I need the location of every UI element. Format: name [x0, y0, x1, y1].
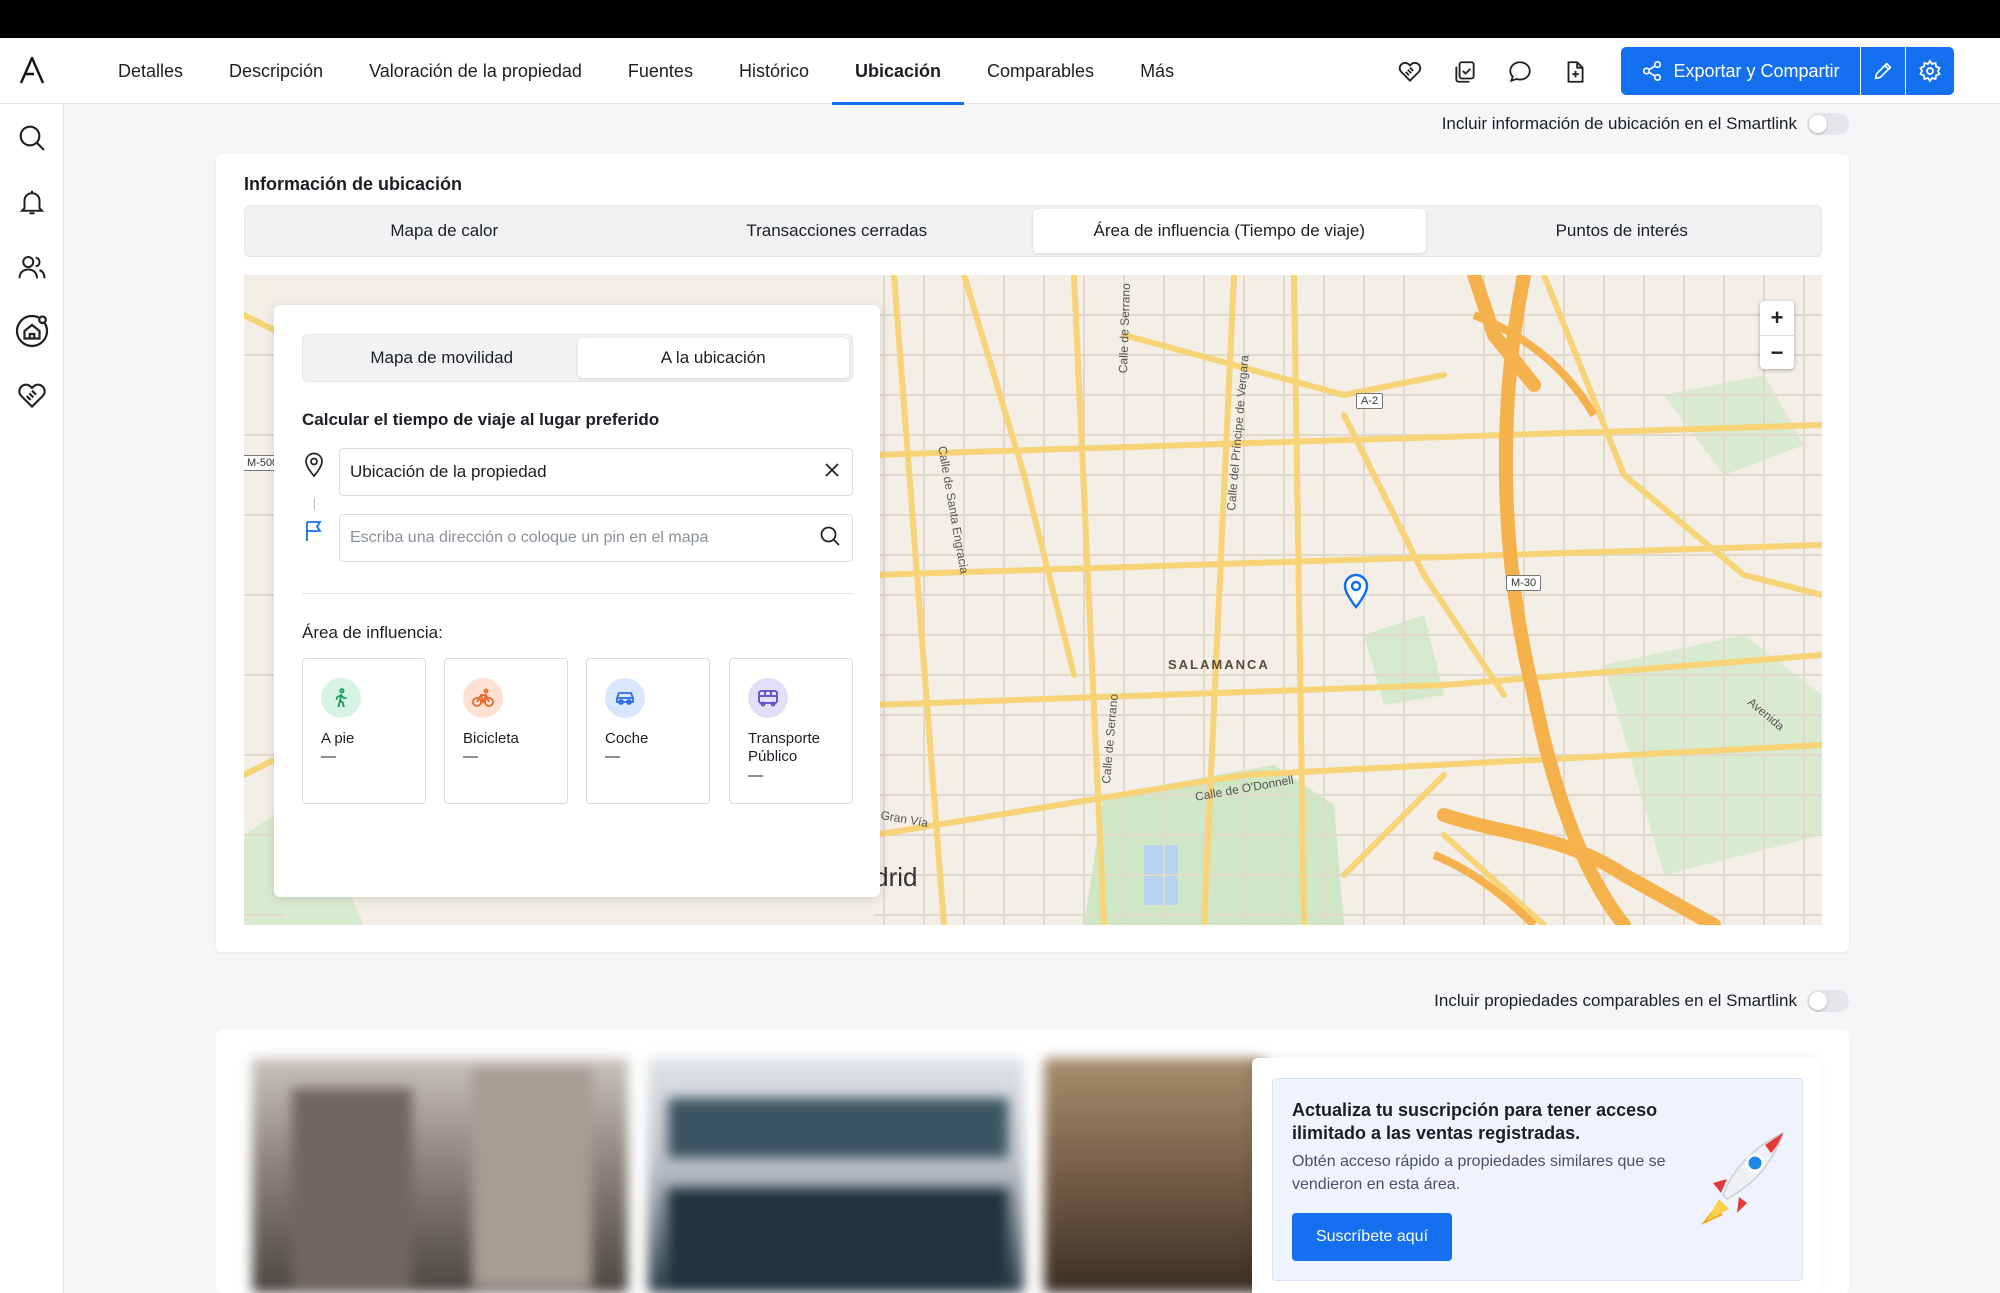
origin-field[interactable]: Ubicación de la propiedad — [339, 448, 853, 496]
mode-bicycle-value: — — [463, 748, 478, 765]
main-nav: Detalles Descripción Valoración de la pr… — [95, 38, 1197, 105]
property-pin-icon[interactable] — [1342, 573, 1370, 609]
destination-field[interactable]: Escriba una dirección o coloque un pin e… — [339, 514, 853, 562]
location-pin-icon — [302, 451, 326, 479]
comparable-thumbnail — [648, 1058, 1024, 1293]
origin-value: Ubicación de la propiedad — [350, 462, 547, 481]
bell-icon[interactable] — [12, 182, 52, 222]
edit-button[interactable] — [1861, 47, 1905, 95]
mode-bicycle-card[interactable]: Bicicleta — — [444, 658, 568, 804]
tab-comparables[interactable]: Comparables — [964, 38, 1117, 104]
mode-car-value: — — [605, 748, 620, 765]
comparables-card: Actualiza tu suscripción para tener acce… — [216, 1030, 1849, 1293]
promo-text: Obtén acceso rápido a propiedades simila… — [1292, 1153, 1666, 1193]
travel-time-title: Calcular el tiempo de viaje al lugar pre… — [302, 410, 660, 429]
mode-car-name: Coche — [605, 730, 649, 747]
tab-detalles[interactable]: Detalles — [95, 38, 206, 104]
route-connector — [314, 498, 315, 510]
handshake-icon[interactable] — [1392, 54, 1428, 90]
export-share-button[interactable]: Exportar y Compartir — [1621, 47, 1860, 95]
panel-tabs: Mapa de movilidad A la ubicación — [302, 334, 853, 382]
map-view[interactable]: A-2 M-30 M-500 Calle de Serrano Calle de… — [244, 275, 1822, 925]
tab-valoracion[interactable]: Valoración de la propiedad — [346, 38, 605, 104]
location-smartlink-toggle-row: Incluir información de ubicación en el S… — [1442, 113, 1849, 135]
location-tabs: Mapa de calor Transacciones cerradas Áre… — [244, 205, 1822, 257]
zoom-in-button[interactable]: + — [1760, 301, 1794, 335]
flag-icon — [302, 517, 326, 545]
tab-to-location[interactable]: A la ubicación — [577, 338, 849, 378]
subscribe-button[interactable]: Suscríbete aquí — [1292, 1213, 1452, 1261]
add-document-icon[interactable] — [1557, 54, 1593, 90]
tab-ubicacion[interactable]: Ubicación — [831, 38, 965, 105]
zoom-out-button[interactable]: − — [1760, 335, 1794, 369]
window-top-bar — [0, 0, 2000, 38]
tab-points-of-interest[interactable]: Puntos de interés — [1426, 209, 1819, 253]
app-logo[interactable] — [14, 52, 50, 88]
header-actions — [1392, 54, 1593, 90]
users-icon[interactable] — [12, 247, 52, 287]
search-icon[interactable] — [818, 524, 842, 553]
car-icon — [605, 678, 645, 718]
export-share-label: Exportar y Compartir — [1673, 60, 1840, 81]
catchment-area-label: Área de influencia: — [302, 623, 443, 642]
location-info-title: Información de ubicación — [244, 174, 463, 194]
settings-button[interactable] — [1906, 47, 1954, 95]
tab-closed-transactions[interactable]: Transacciones cerradas — [641, 209, 1034, 253]
mode-bicycle-name: Bicicleta — [463, 730, 519, 747]
tab-historico[interactable]: Histórico — [716, 38, 832, 104]
share-icon — [1643, 61, 1662, 81]
left-sidebar — [0, 104, 64, 1293]
location-smartlink-label: Incluir información de ubicación en el S… — [1441, 114, 1797, 133]
mode-transit-card[interactable]: Transporte Público — — [729, 658, 853, 804]
district-label: SALAMANCA — [1168, 657, 1270, 672]
panel-divider — [302, 593, 853, 594]
upgrade-promo: Actualiza tu suscripción para tener acce… — [1272, 1078, 1803, 1281]
gear-icon — [1919, 59, 1941, 83]
travel-time-panel: Mapa de movilidad A la ubicación Calcula… — [274, 305, 880, 897]
bus-icon — [748, 678, 788, 718]
location-smartlink-toggle[interactable] — [1807, 113, 1849, 135]
comparable-thumbnail — [252, 1058, 628, 1293]
location-info-card: Información de ubicación Mapa de calor T… — [216, 154, 1849, 952]
tab-fuentes[interactable]: Fuentes — [605, 38, 716, 104]
promo-title: Actualiza tu suscripción para tener acce… — [1292, 1100, 1658, 1143]
tab-mobility-map[interactable]: Mapa de movilidad — [306, 338, 578, 378]
home-valuation-icon[interactable] — [12, 311, 52, 351]
comparable-thumbnail — [1044, 1058, 1264, 1293]
mode-walk-card[interactable]: A pie — — [302, 658, 426, 804]
chat-icon[interactable] — [1502, 54, 1538, 90]
comparables-smartlink-toggle-row: Incluir propiedades comparables en el Sm… — [1434, 990, 1849, 1012]
comparables-smartlink-label: Incluir propiedades comparables en el Sm… — [1434, 991, 1797, 1010]
tab-catchment-area[interactable]: Área de influencia (Tiempo de viaje) — [1033, 209, 1426, 253]
clear-icon[interactable] — [822, 460, 842, 485]
road-shield-a2: A-2 — [1356, 393, 1384, 409]
mode-transit-name: Transporte Público — [748, 730, 820, 765]
search-icon[interactable] — [12, 118, 52, 158]
pencil-icon — [1874, 62, 1892, 80]
bicycle-icon — [463, 678, 503, 718]
zoom-control: + − — [1760, 301, 1794, 369]
top-header: Detalles Descripción Valoración de la pr… — [0, 38, 2000, 105]
mode-transit-value: — — [748, 767, 763, 784]
road-shield-m30: M-30 — [1506, 575, 1542, 591]
tab-mas[interactable]: Más — [1117, 38, 1197, 104]
destination-placeholder: Escriba una dirección o coloque un pin e… — [350, 529, 709, 546]
handshake-icon[interactable] — [12, 376, 52, 416]
mode-car-card[interactable]: Coche — — [586, 658, 710, 804]
tab-descripcion[interactable]: Descripción — [206, 38, 346, 104]
mode-walk-name: A pie — [321, 730, 355, 747]
walk-icon — [321, 678, 361, 718]
rocket-icon — [1693, 1129, 1789, 1229]
tab-heatmap[interactable]: Mapa de calor — [248, 209, 641, 253]
comparables-smartlink-toggle[interactable] — [1807, 990, 1849, 1012]
upgrade-promo-wrapper: Actualiza tu suscripción para tener acce… — [1252, 1058, 1821, 1293]
mode-walk-value: — — [321, 748, 336, 765]
checklist-icon[interactable] — [1447, 54, 1483, 90]
